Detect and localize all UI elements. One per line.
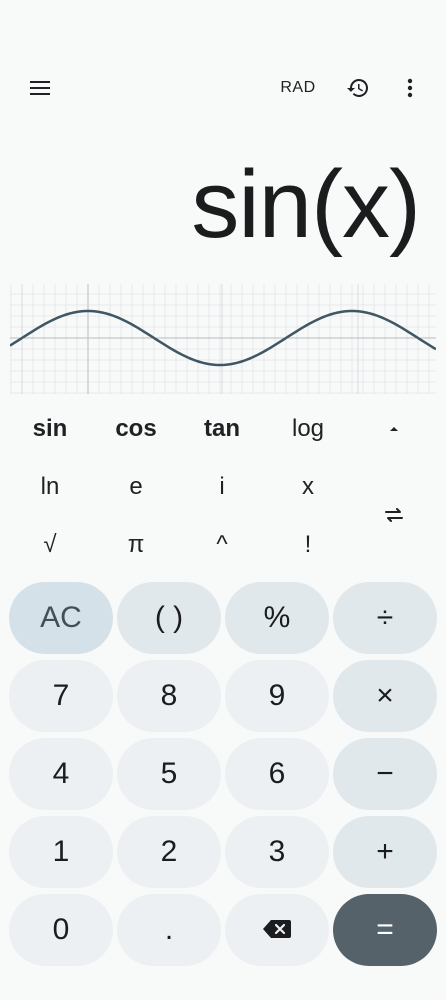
factorial-key[interactable]: !: [266, 518, 350, 572]
caret-up-icon[interactable]: [352, 402, 436, 456]
x-key[interactable]: x: [266, 460, 350, 514]
digit-2-button[interactable]: 2: [117, 816, 221, 888]
parentheses-button[interactable]: ( ): [117, 582, 221, 654]
swap-icon[interactable]: [352, 488, 436, 542]
backspace-icon: [262, 913, 292, 947]
tan-key[interactable]: tan: [180, 402, 264, 456]
top-app-bar: RAD: [0, 60, 446, 116]
menu-icon[interactable]: [20, 68, 60, 108]
sqrt-key[interactable]: √: [8, 518, 92, 572]
backspace-button[interactable]: [225, 894, 329, 966]
digit-6-button[interactable]: 6: [225, 738, 329, 810]
i-key[interactable]: i: [180, 460, 264, 514]
decimal-button[interactable]: .: [117, 894, 221, 966]
keypad: AC ( ) % ÷ 7 8 9 × 4 5 6 − 1 2 3 + 0 . =: [0, 580, 446, 970]
cos-key[interactable]: cos: [94, 402, 178, 456]
clear-button[interactable]: AC: [9, 582, 113, 654]
digit-3-button[interactable]: 3: [225, 816, 329, 888]
function-graph[interactable]: [10, 284, 436, 394]
digit-4-button[interactable]: 4: [9, 738, 113, 810]
pi-key[interactable]: π: [94, 518, 178, 572]
angle-mode-button[interactable]: RAD: [270, 68, 326, 108]
digit-7-button[interactable]: 7: [9, 660, 113, 732]
history-icon[interactable]: [338, 68, 378, 108]
scientific-panel: sin cos tan log ln e i x √ π ^ !: [0, 396, 446, 576]
power-key[interactable]: ^: [180, 518, 264, 572]
digit-1-button[interactable]: 1: [9, 816, 113, 888]
sin-key[interactable]: sin: [8, 402, 92, 456]
log-key[interactable]: log: [266, 402, 350, 456]
digit-0-button[interactable]: 0: [9, 894, 113, 966]
plus-button[interactable]: +: [333, 816, 437, 888]
multiply-button[interactable]: ×: [333, 660, 437, 732]
digit-5-button[interactable]: 5: [117, 738, 221, 810]
e-key[interactable]: e: [94, 460, 178, 514]
divide-button[interactable]: ÷: [333, 582, 437, 654]
ln-key[interactable]: ln: [8, 460, 92, 514]
more-vert-icon[interactable]: [390, 68, 430, 108]
equals-button[interactable]: =: [333, 894, 437, 966]
minus-button[interactable]: −: [333, 738, 437, 810]
digit-9-button[interactable]: 9: [225, 660, 329, 732]
expression-display[interactable]: sin(x): [191, 145, 421, 265]
percent-button[interactable]: %: [225, 582, 329, 654]
digit-8-button[interactable]: 8: [117, 660, 221, 732]
